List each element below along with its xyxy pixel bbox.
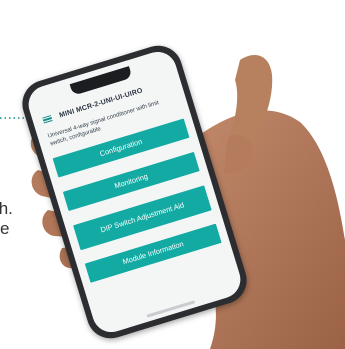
hand-fingers-overlay	[224, 135, 253, 174]
scene: th. e MINI MCR-2-UNI-UI-UIRO	[0, 0, 345, 349]
